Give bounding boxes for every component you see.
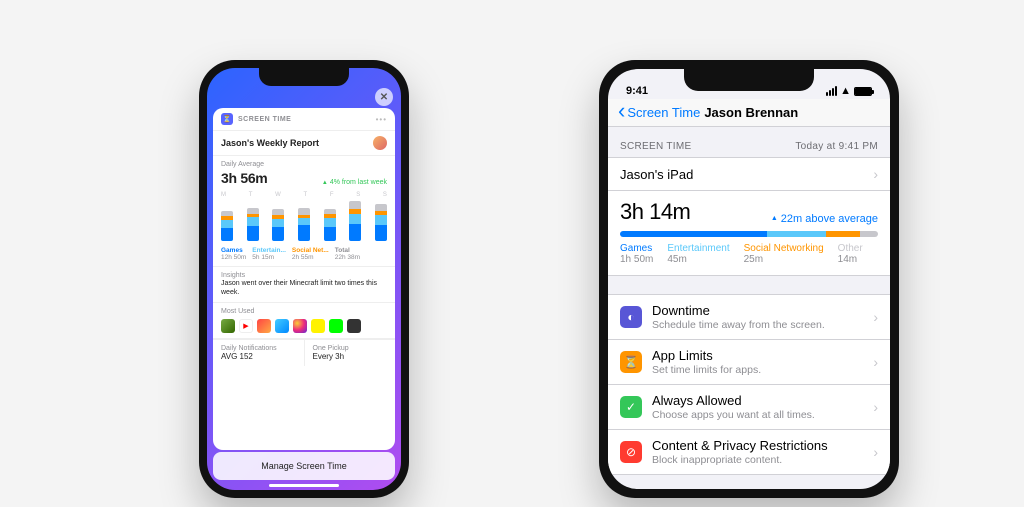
settings-row[interactable]: ✓ Always Allowed Choose apps you want at… — [608, 385, 890, 430]
device-name: Jason's iPad — [620, 167, 693, 182]
wifi-icon: ▲ — [840, 85, 851, 97]
app-icon — [239, 319, 253, 333]
app-icon — [329, 319, 343, 333]
notif-label: Daily Notifications — [221, 345, 296, 352]
section-time: Today at 9:41 PM — [795, 141, 878, 152]
manage-button[interactable]: Manage Screen Time — [213, 452, 395, 480]
cellular-icon — [826, 86, 837, 96]
day-labels: MTWTFSS — [221, 192, 387, 198]
chevron-right-icon: › — [873, 444, 878, 460]
setting-icon: ⊘ — [620, 441, 642, 463]
daily-avg-label: Daily Average — [221, 161, 387, 168]
pickup-value: Every 3h — [313, 352, 388, 361]
daily-avg-value: 3h 56m — [221, 170, 267, 186]
setting-subtitle: Schedule time away from the screen. — [652, 319, 825, 331]
weekly-report-card: ⏳ SCREEN TIME ••• Jason's Weekly Report … — [213, 108, 395, 450]
setting-title: Always Allowed — [652, 393, 815, 408]
category-bar — [620, 231, 878, 237]
bar — [349, 201, 361, 241]
setting-title: App Limits — [652, 348, 761, 363]
card-app-name: SCREEN TIME — [238, 116, 291, 123]
section-label: SCREEN TIME — [620, 141, 691, 152]
bar — [247, 208, 259, 241]
category-legend: Games1h 50mEntertainment45mSocial Networ… — [620, 243, 878, 265]
summary-block[interactable]: 3h 14m 22m above average Games1h 50mEnte… — [608, 191, 890, 276]
more-icon[interactable]: ••• — [376, 115, 387, 124]
settings-row[interactable]: ◐ Downtime Schedule time away from the s… — [608, 294, 890, 340]
setting-title: Content & Privacy Restrictions — [652, 438, 828, 453]
notch — [684, 69, 814, 91]
notif-value: AVG 152 — [221, 352, 296, 361]
chevron-right-icon: › — [873, 354, 878, 370]
setting-icon: ⏳ — [620, 351, 642, 373]
usage-bars — [221, 201, 387, 241]
bar — [272, 209, 284, 241]
app-icon — [347, 319, 361, 333]
most-used-label: Most Used — [221, 308, 387, 315]
delta-label: 4% from last week — [322, 179, 387, 186]
settings-group: ◐ Downtime Schedule time away from the s… — [608, 294, 890, 475]
settings-row[interactable]: ⊘ Content & Privacy Restrictions Block i… — [608, 430, 890, 475]
app-icon — [293, 319, 307, 333]
insights-text: Jason went over their Minecraft limit tw… — [221, 279, 387, 297]
section-header: SCREEN TIME Today at 9:41 PM — [608, 127, 890, 157]
status-time: 9:41 — [626, 85, 648, 97]
insights-label: Insights — [221, 272, 387, 279]
chevron-right-icon: › — [873, 309, 878, 325]
daily-average-block: Daily Average 3h 56m 4% from last week M… — [213, 156, 395, 267]
bar — [324, 209, 336, 241]
most-used-block: Most Used — [213, 303, 395, 339]
app-icon — [275, 319, 289, 333]
setting-subtitle: Block inappropriate content. — [652, 454, 828, 466]
iphone-frame-left: ✕ ⏳ SCREEN TIME ••• Jason's Weekly Repor… — [199, 60, 409, 498]
device-row[interactable]: Jason's iPad › — [608, 157, 890, 191]
setting-icon: ◐ — [620, 306, 642, 328]
screen-right: 9:41 ▲ Screen Time Jason Brennan SCREEN … — [608, 69, 890, 489]
pickup-label: One Pickup — [313, 345, 388, 352]
bar — [375, 204, 387, 241]
battery-icon — [854, 87, 872, 96]
stats-row: Daily Notifications AVG 152 One Pickup E… — [213, 339, 395, 366]
bar — [298, 208, 310, 241]
nav-title: Jason Brennan — [704, 105, 798, 120]
delta-label: 22m above average — [771, 213, 878, 225]
insights-block: Insights Jason went over their Minecraft… — [213, 267, 395, 303]
report-title: Jason's Weekly Report — [221, 138, 319, 148]
back-button[interactable]: Screen Time — [618, 105, 700, 120]
chevron-right-icon: › — [873, 166, 878, 182]
category-legend: Games12h 50mEntertain...5h 15mSocial Net… — [221, 247, 387, 261]
iphone-frame-right: 9:41 ▲ Screen Time Jason Brennan SCREEN … — [599, 60, 899, 498]
app-icon — [257, 319, 271, 333]
setting-title: Downtime — [652, 303, 825, 318]
app-icon — [221, 319, 235, 333]
setting-icon: ✓ — [620, 396, 642, 418]
setting-subtitle: Set time limits for apps. — [652, 364, 761, 376]
setting-subtitle: Choose apps you want at all times. — [652, 409, 815, 421]
nav-bar: Screen Time Jason Brennan — [608, 99, 890, 127]
avatar — [373, 136, 387, 150]
card-header: ⏳ SCREEN TIME ••• — [213, 108, 395, 131]
report-title-row: Jason's Weekly Report — [213, 131, 395, 156]
bar — [221, 211, 233, 241]
home-indicator[interactable] — [269, 484, 339, 487]
notch — [259, 68, 349, 86]
screen-left: ✕ ⏳ SCREEN TIME ••• Jason's Weekly Repor… — [207, 68, 401, 490]
screentime-icon: ⏳ — [221, 113, 233, 125]
total-time: 3h 14m — [620, 199, 690, 225]
close-icon[interactable]: ✕ — [375, 88, 393, 106]
chevron-right-icon: › — [873, 399, 878, 415]
app-icon — [311, 319, 325, 333]
settings-row[interactable]: ⏳ App Limits Set time limits for apps. › — [608, 340, 890, 385]
